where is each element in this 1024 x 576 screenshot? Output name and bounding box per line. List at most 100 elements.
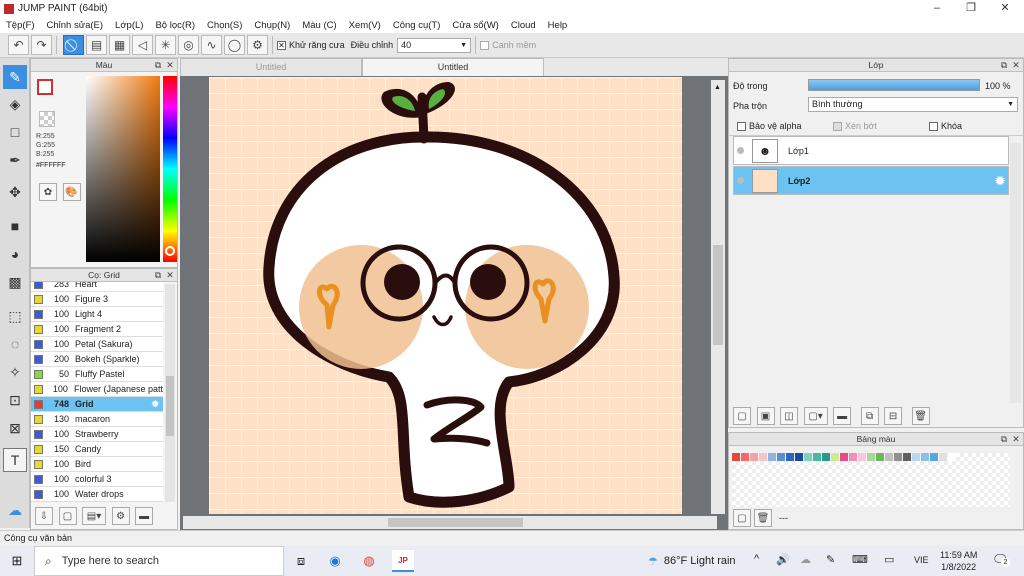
eraser-tool-icon[interactable]: ◈ <box>3 92 27 116</box>
palette-swatch[interactable] <box>930 453 938 461</box>
select-pen-tool-icon[interactable]: ⊡ <box>3 388 27 412</box>
lock-option[interactable]: Khóa <box>929 121 962 131</box>
brush-list-item[interactable]: 200 Bokeh (Sparkle) <box>31 352 163 367</box>
menu-select[interactable]: Chọn(S) <box>201 20 248 31</box>
keyboard-icon[interactable]: ⌨ <box>852 553 868 566</box>
palette-swatch[interactable] <box>750 453 758 461</box>
scrollbar-thumb[interactable] <box>388 518 523 527</box>
fill-rect-tool-icon[interactable]: ■ <box>3 214 27 238</box>
panel-close-icon[interactable]: ✕ <box>1011 60 1021 70</box>
menu-help[interactable]: Help <box>542 20 574 31</box>
gear-icon[interactable]: ✹ <box>995 174 1005 188</box>
jump-paint-taskbar-icon[interactable]: JP <box>392 550 414 572</box>
brush-list-scrollbar[interactable] <box>165 284 175 502</box>
tab-untitled-2[interactable]: Untitled <box>362 58 544 76</box>
layer-row[interactable]: ☻ Lớp1 <box>733 136 1009 165</box>
task-view-icon[interactable]: ⧈ <box>290 550 312 572</box>
palette-swatch[interactable] <box>858 453 866 461</box>
hue-handle[interactable] <box>165 246 175 256</box>
clipping-checkbox[interactable] <box>833 121 842 131</box>
palette-swatch[interactable] <box>885 453 893 461</box>
undock-icon[interactable]: ⧉ <box>999 434 1009 444</box>
bucket-tool-icon[interactable]: ◕ <box>3 242 27 266</box>
menu-layer[interactable]: Lớp(L) <box>109 20 149 31</box>
trash-icon[interactable]: 🗑 <box>911 407 930 425</box>
foreground-color-swatch[interactable] <box>37 79 53 95</box>
palette-swatch[interactable] <box>741 453 749 461</box>
gear-icon[interactable]: ✹ <box>151 399 159 410</box>
radial-icon[interactable]: ✳ <box>155 35 176 55</box>
hue-slider[interactable] <box>163 76 177 262</box>
brush-list-item[interactable]: 100 Light 4 <box>31 307 163 322</box>
saturation-value-picker[interactable] <box>86 76 160 262</box>
palette-swatch[interactable] <box>795 453 803 461</box>
new-layer-icon[interactable]: ▢ <box>733 407 751 425</box>
merge-layer-icon[interactable]: ⊟ <box>884 407 903 425</box>
menu-view[interactable]: Xem(V) <box>343 20 387 31</box>
brush-tool-icon[interactable]: ✎ <box>3 65 27 89</box>
minimize-icon[interactable]: – <box>920 0 954 17</box>
palette-swatch[interactable] <box>804 453 812 461</box>
chrome-icon[interactable]: ◍ <box>358 550 380 572</box>
folder-icon[interactable]: ▬ <box>135 507 154 525</box>
visibility-icon[interactable] <box>737 147 744 154</box>
redo-icon[interactable]: ↷ <box>31 35 52 55</box>
concentric-icon[interactable]: ◎ <box>178 35 199 55</box>
menu-cloud[interactable]: Cloud <box>505 20 542 31</box>
speaker-icon[interactable]: 🔊 <box>776 553 790 566</box>
brush-list-item[interactable]: 100 Figure 3 <box>31 292 163 307</box>
panel-close-icon[interactable]: ✕ <box>1011 434 1021 444</box>
network-icon[interactable]: ▭ <box>884 553 894 566</box>
lasso-tool-icon[interactable]: ◌ <box>3 332 27 356</box>
brush-list-item[interactable]: 100 Fragment 2 <box>31 322 163 337</box>
visibility-icon[interactable] <box>737 177 744 184</box>
select-rect-tool-icon[interactable]: ⬚ <box>3 304 27 328</box>
move-tool-icon[interactable]: ✥ <box>3 180 27 204</box>
brush-list-item[interactable]: 748 Grid ✹ <box>31 397 163 412</box>
maximize-icon[interactable]: ❐ <box>954 0 988 17</box>
brush-list-item[interactable]: 100 Strawberry <box>31 427 163 442</box>
clipping-option[interactable]: Xén bớt <box>833 121 877 131</box>
chevron-up-icon[interactable]: ▲ <box>714 84 721 91</box>
curve-icon[interactable]: ∿ <box>201 35 222 55</box>
palette-swatch[interactable] <box>894 453 902 461</box>
palette-swatch[interactable] <box>948 453 956 461</box>
panel-close-icon[interactable]: ✕ <box>165 270 175 280</box>
undock-icon[interactable]: ⧉ <box>999 60 1009 70</box>
palette-swatch[interactable] <box>867 453 875 461</box>
palette-swatch[interactable] <box>876 453 884 461</box>
brush-menu-icon[interactable]: ▤▾ <box>82 507 107 525</box>
panel-close-icon[interactable]: ✕ <box>165 60 175 70</box>
canvas-horizontal-scrollbar[interactable] <box>183 516 717 529</box>
undo-icon[interactable]: ↶ <box>8 35 29 55</box>
menu-capture[interactable]: Chụp(N) <box>248 20 296 31</box>
palette-swatch[interactable] <box>849 453 857 461</box>
palette-swatch[interactable] <box>813 453 821 461</box>
brush-list-item[interactable]: 50 Fluffy Pastel <box>31 367 163 382</box>
layer-list-scrollbar[interactable] <box>1010 143 1021 403</box>
taskbar-search[interactable]: ⌕ Type here to search <box>34 546 284 576</box>
selection-off-icon[interactable]: ⃠ <box>63 35 84 55</box>
rectangle-tool-icon[interactable]: □ <box>3 120 27 144</box>
hatch-icon[interactable]: ▤ <box>86 35 107 55</box>
opacity-slider[interactable] <box>808 79 980 91</box>
gradient-tool-icon[interactable]: ▩ <box>3 270 27 294</box>
layer-row[interactable]: Lớp2 ✹ <box>733 166 1009 195</box>
scrollbar-thumb[interactable] <box>713 245 723 345</box>
duplicate-layer-icon[interactable]: ⧉ <box>860 407 879 425</box>
palette-swatch[interactable] <box>912 453 920 461</box>
canvas-vertical-scrollbar[interactable]: ▲ <box>711 80 725 514</box>
new-layer-1bit-icon[interactable]: ◫ <box>780 407 799 425</box>
pen-tool-icon[interactable]: ✒ <box>3 148 27 172</box>
brush-list-item[interactable]: 283 Heart <box>31 282 163 292</box>
palette-swatch[interactable] <box>921 453 929 461</box>
palette-swatch[interactable] <box>903 453 911 461</box>
undock-icon[interactable]: ⧉ <box>153 270 163 280</box>
undock-icon[interactable]: ⧉ <box>153 60 163 70</box>
add-layer-menu-icon[interactable]: ▢▾ <box>803 407 828 425</box>
notification-icon[interactable]: 🗨 2 <box>992 552 1010 568</box>
palette-swatch[interactable] <box>822 453 830 461</box>
gear-ruler-icon[interactable]: ⚙ <box>247 35 268 55</box>
brush-list-item[interactable]: 150 Candy <box>31 442 163 457</box>
palette-icon[interactable]: 🎨 <box>62 183 81 201</box>
